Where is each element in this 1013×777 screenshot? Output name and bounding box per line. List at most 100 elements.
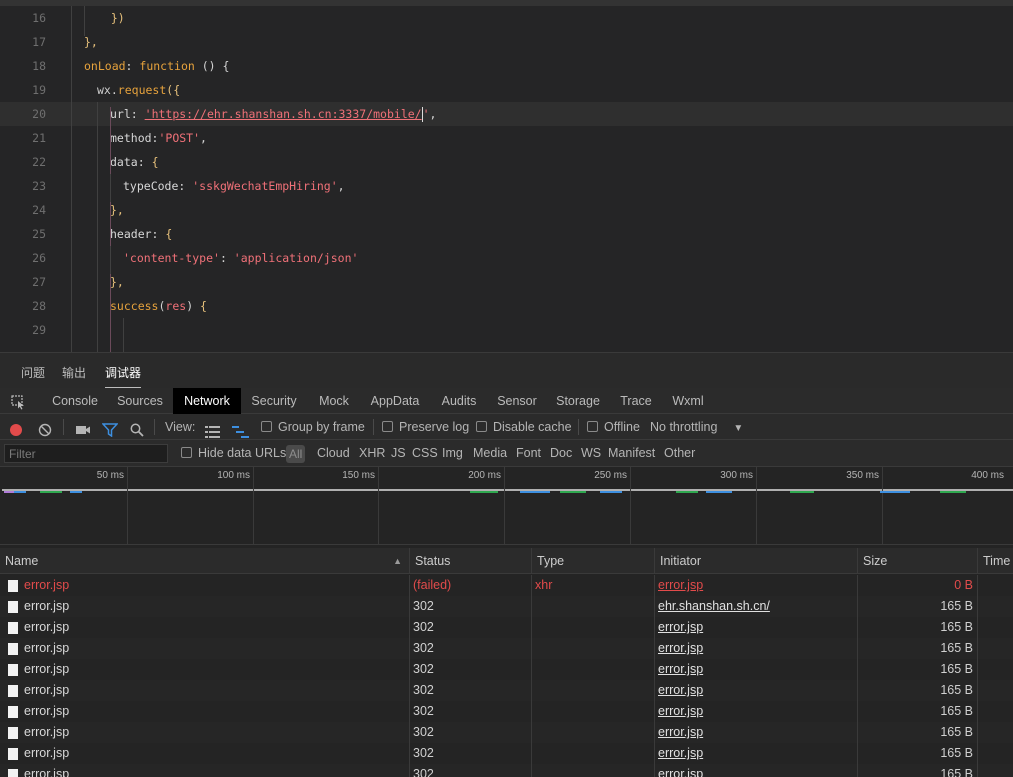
table-row[interactable]: error.jsp 302 error.jsp 165 B	[0, 764, 1013, 777]
request-initiator-link[interactable]: error.jsp	[655, 701, 858, 722]
inspect-icon[interactable]	[4, 388, 32, 414]
request-initiator-link[interactable]: error.jsp	[655, 722, 858, 743]
table-row[interactable]: error.jsp 302 error.jsp 165 B	[0, 743, 1013, 764]
tab-network[interactable]: Network	[173, 388, 241, 414]
request-type	[532, 764, 655, 777]
line-number: 27	[32, 275, 46, 289]
type-filter-doc[interactable]: Doc	[550, 440, 572, 466]
request-type	[532, 722, 655, 743]
timeline-tick-label: 400 ms	[971, 470, 1004, 481]
code-editor[interactable]: 16 }) 17}, 18 onLoad: function () {19 wx.req…	[0, 0, 1013, 352]
line-number: 21	[32, 131, 46, 145]
offline-checkbox[interactable]: Offline	[587, 414, 640, 440]
code-line[interactable]: 22 data: {	[0, 150, 1013, 174]
disable-cache-checkbox[interactable]: Disable cache	[476, 414, 572, 440]
column-initiator[interactable]: Initiator	[655, 548, 858, 574]
code-token: .	[110, 83, 118, 97]
table-row[interactable]: error.jsp 302 ehr.shanshan.sh.cn/165 B	[0, 596, 1013, 617]
tab-sensor[interactable]: Sensor	[490, 388, 544, 414]
clear-icon[interactable]	[38, 420, 52, 437]
request-initiator-link[interactable]: ehr.shanshan.sh.cn/	[655, 596, 858, 617]
type-filter-ws[interactable]: WS	[581, 440, 601, 466]
code-token: 'content-type'	[123, 251, 220, 265]
code-line[interactable]: 16 })	[0, 6, 1013, 30]
column-name[interactable]: Name ▲	[0, 548, 410, 574]
table-row[interactable]: error.jsp (failed) xhr error.jsp 0 B	[0, 575, 1013, 596]
code-line[interactable]: 19 wx.request({	[0, 78, 1013, 102]
code-line[interactable]: 26 'content-type': 'application/json'	[0, 246, 1013, 270]
tab-sources[interactable]: Sources	[110, 388, 170, 414]
tab-problems[interactable]: 问题	[21, 364, 45, 381]
list-view-icon[interactable]	[205, 421, 220, 438]
network-timeline-overview[interactable]: 50 ms 100 ms 150 ms 200 ms 250 ms 300 ms 350 m…	[0, 467, 1013, 545]
type-filter-media[interactable]: Media	[473, 440, 507, 466]
tab-storage[interactable]: Storage	[550, 388, 606, 414]
code-line[interactable]: 24},	[0, 198, 1013, 222]
request-initiator-link[interactable]: error.jsp	[655, 764, 858, 777]
column-size[interactable]: Size	[858, 548, 978, 574]
column-time[interactable]: Time	[978, 548, 1013, 574]
code-line[interactable]: 25 header: {	[0, 222, 1013, 246]
code-token: request	[117, 83, 167, 97]
type-filter-img[interactable]: Img	[442, 440, 463, 466]
line-number: 23	[32, 179, 46, 193]
group-by-frame-checkbox[interactable]: Group by frame	[261, 414, 365, 440]
table-row[interactable]: error.jsp 302 error.jsp 165 B	[0, 680, 1013, 701]
request-time	[978, 743, 1013, 764]
request-initiator-link[interactable]: error.jsp	[655, 638, 858, 659]
filter-input[interactable]	[4, 444, 168, 463]
tab-console[interactable]: Console	[44, 388, 106, 414]
tab-output[interactable]: 输出	[62, 364, 86, 381]
tab-debugger[interactable]: 调试器	[105, 364, 142, 389]
table-row[interactable]: error.jsp 302 error.jsp 165 B	[0, 701, 1013, 722]
tab-security[interactable]: Security	[244, 388, 304, 414]
request-name-text: error.jsp	[24, 662, 70, 676]
table-row[interactable]: error.jsp 302 error.jsp 165 B	[0, 617, 1013, 638]
tab-appdata[interactable]: AppData	[364, 388, 426, 414]
type-filter-other[interactable]: Other	[664, 440, 695, 466]
table-row[interactable]: error.jsp 302 error.jsp 165 B	[0, 722, 1013, 743]
search-icon[interactable]	[130, 420, 144, 437]
type-filter-all[interactable]: All	[286, 445, 306, 463]
code-line[interactable]: 27},	[0, 270, 1013, 294]
camera-icon[interactable]	[75, 420, 91, 434]
request-initiator-link[interactable]: error.jsp	[655, 659, 858, 680]
type-filter-font[interactable]: Font	[516, 440, 541, 466]
request-initiator-link[interactable]: error.jsp	[655, 743, 858, 764]
preserve-log-checkbox[interactable]: Preserve log	[382, 414, 469, 440]
waterfall-view-icon[interactable]	[232, 421, 249, 438]
timeline-request-bar	[70, 491, 82, 493]
code-line[interactable]: 20 url: 'https://ehr.shanshan.sh.cn:3337/…	[0, 102, 1013, 126]
type-filter-xhr[interactable]: XHR	[359, 440, 385, 466]
code-line[interactable]: 18 onLoad: function () {	[0, 54, 1013, 78]
column-status[interactable]: Status	[410, 548, 532, 574]
tab-trace[interactable]: Trace	[612, 388, 660, 414]
line-number: 17	[32, 35, 46, 49]
type-filter-manifest[interactable]: Manifest	[608, 440, 655, 466]
hide-data-urls-checkbox[interactable]: Hide data URLs	[181, 440, 286, 466]
request-initiator-link[interactable]: error.jsp	[655, 680, 858, 701]
tab-wxml[interactable]: Wxml	[664, 388, 712, 414]
request-time	[978, 638, 1013, 659]
filter-icon[interactable]	[101, 420, 119, 438]
table-row[interactable]: error.jsp 302 error.jsp 165 B	[0, 638, 1013, 659]
request-name: error.jsp	[0, 764, 410, 777]
code-line[interactable]: 28 success(res) {	[0, 294, 1013, 318]
type-filter-css[interactable]: CSS	[412, 440, 438, 466]
request-name-text: error.jsp	[24, 641, 70, 655]
type-filter-cloud[interactable]: Cloud	[317, 440, 350, 466]
code-line[interactable]: 23 typeCode: 'sskgWechatEmpHiring',	[0, 174, 1013, 198]
table-row[interactable]: error.jsp 302 error.jsp 165 B	[0, 659, 1013, 680]
tab-mock[interactable]: Mock	[310, 388, 358, 414]
code-line[interactable]: 21 method:'POST',	[0, 126, 1013, 150]
code-line[interactable]: 29	[0, 318, 1013, 342]
type-filter-js[interactable]: JS	[391, 440, 406, 466]
code-text: data: {	[110, 150, 159, 174]
request-initiator-link[interactable]: error.jsp	[655, 617, 858, 638]
tab-audits[interactable]: Audits	[434, 388, 484, 414]
request-initiator-link[interactable]: error.jsp	[655, 575, 858, 596]
column-type[interactable]: Type	[532, 548, 655, 574]
record-icon[interactable]	[9, 420, 23, 436]
code-line[interactable]: 17},	[0, 30, 1013, 54]
throttling-select[interactable]: No throttling ▼	[650, 414, 743, 440]
